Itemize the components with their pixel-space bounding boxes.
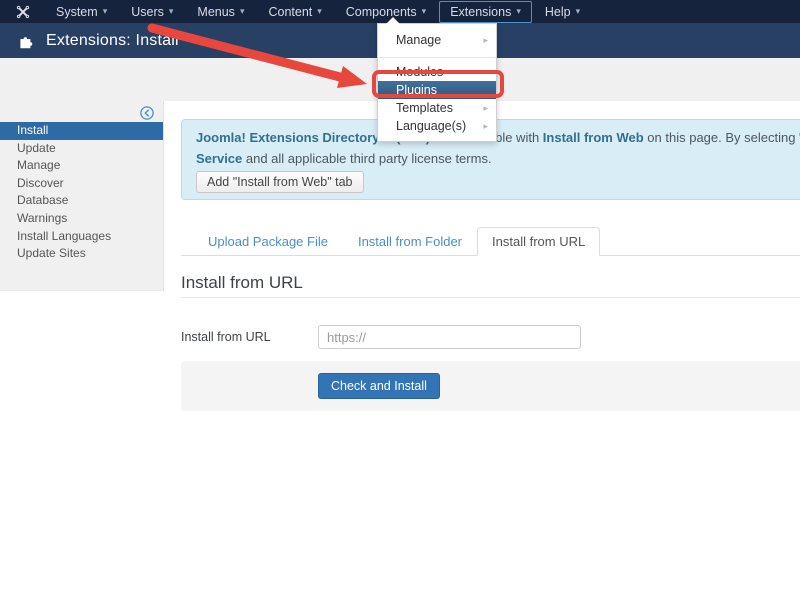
alert-bold-text: Service <box>196 151 243 166</box>
extensions-dropdown-menu: Manage ▸ Modules Plugins Templates ▸ Language(… <box>377 17 497 142</box>
menu-extensions[interactable]: Extensions ▾ <box>439 0 532 23</box>
submenu-arrow-icon: ▸ <box>483 35 488 45</box>
caret-down-icon: ▾ <box>239 6 245 16</box>
menu-label: Users <box>131 4 164 19</box>
alert-bold-text: Install from Web <box>542 130 644 145</box>
menu-system[interactable]: System ▾ <box>45 1 118 23</box>
caret-down-icon: ▾ <box>102 6 108 16</box>
alert-text-line1: Joomla! Extensions Directory™ (JED) now … <box>196 127 800 148</box>
sidebar-item-update[interactable]: Update <box>0 140 163 158</box>
dropdown-item-label: Plugins <box>396 83 437 97</box>
install-url-label: Install from URL <box>181 330 271 344</box>
dropdown-item-label: Modules <box>396 65 444 79</box>
form-actions-band: Check and Install <box>181 361 800 411</box>
menu-menus[interactable]: Menus ▾ <box>186 1 255 23</box>
dropdown-item-plugins[interactable]: Plugins <box>378 81 496 99</box>
joomla-admin-window: System ▾ Users ▾ Menus ▾ Content ▾ Components ▾ Ex… <box>0 0 800 600</box>
alert-text: and all applicable third party license t… <box>242 151 492 166</box>
menu-label: Help <box>544 4 571 19</box>
sidebar: Install Update Manage Discover Database Warni… <box>0 101 164 291</box>
sidebar-item-install[interactable]: Install <box>0 122 163 140</box>
sidebar-item-install-languages[interactable]: Install Languages <box>0 228 163 246</box>
dropdown-caret <box>386 17 400 24</box>
section-heading: Install from URL <box>181 273 303 292</box>
dropdown-divider <box>378 57 496 58</box>
menu-users[interactable]: Users ▾ <box>120 1 184 23</box>
tab-install-from-url[interactable]: Install from URL <box>477 227 601 256</box>
sidebar-item-update-sites[interactable]: Update Sites <box>0 245 163 263</box>
caret-down-icon: ▾ <box>168 6 174 16</box>
alert-text-line2: Service and all applicable third party l… <box>196 148 800 169</box>
sidebar-item-warnings[interactable]: Warnings <box>0 210 163 228</box>
dropdown-item-language-s[interactable]: Language(s) ▸ <box>378 117 496 135</box>
install-tabs: Upload Package File Install from Folder In… <box>181 227 800 256</box>
menu-label: Menus <box>197 4 235 19</box>
caret-down-icon: ▾ <box>317 6 322 16</box>
tab-upload-package-file[interactable]: Upload Package File <box>193 227 343 256</box>
alert-text: on this page. By selecting "Add Install … <box>647 130 800 145</box>
check-and-install-button[interactable]: Check and Install <box>318 373 440 399</box>
circle-arrow-left-icon[interactable] <box>140 106 154 125</box>
heading-divider <box>181 297 800 298</box>
content-area: Joomla! Extensions Directory™ (JED) now … <box>164 101 800 411</box>
sidebar-menu: Install Update Manage Discover Database Warni… <box>0 122 163 263</box>
caret-down-icon: ▾ <box>575 6 581 16</box>
menu-label: Components <box>345 4 417 19</box>
add-install-from-web-button[interactable]: Add "Install from Web" tab <box>196 171 364 193</box>
sidebar-item-database[interactable]: Database <box>0 192 163 210</box>
menu-label: Extensions <box>450 4 512 19</box>
tab-install-from-folder[interactable]: Install from Folder <box>343 227 477 256</box>
caret-down-icon: ▾ <box>516 6 521 16</box>
sidebar-item-discover[interactable]: Discover <box>0 175 163 193</box>
puzzle-piece-icon <box>18 33 34 49</box>
menu-list: System ▾ Users ▾ Menus ▾ Content ▾ Components ▾ Ex… <box>44 0 592 23</box>
dropdown-item-manage[interactable]: Manage ▸ <box>378 28 496 52</box>
submenu-arrow-icon: ▸ <box>483 121 488 131</box>
dropdown-item-label: Manage <box>396 33 442 47</box>
dropdown-item-label: Templates <box>396 101 453 115</box>
sidebar-item-manage[interactable]: Manage <box>0 157 163 175</box>
dropdown-item-label: Language(s) <box>396 119 467 133</box>
menu-help[interactable]: Help ▾ <box>534 1 591 23</box>
dropdown-item-modules[interactable]: Modules <box>378 63 496 81</box>
menu-label: System <box>56 4 98 19</box>
menu-content[interactable]: Content ▾ <box>257 1 332 23</box>
caret-down-icon: ▾ <box>421 6 427 16</box>
url-form-row: Install from URL <box>181 325 800 349</box>
admin-menu-bar: System ▾ Users ▾ Menus ▾ Content ▾ Components ▾ Ex… <box>0 0 800 23</box>
joomla-logo <box>16 5 30 19</box>
install-url-input[interactable] <box>318 325 581 349</box>
page-title: Extensions: Install <box>46 31 179 49</box>
submenu-arrow-icon: ▸ <box>483 103 488 113</box>
dropdown-item-templates[interactable]: Templates ▸ <box>378 99 496 117</box>
menu-label: Content <box>268 4 313 19</box>
